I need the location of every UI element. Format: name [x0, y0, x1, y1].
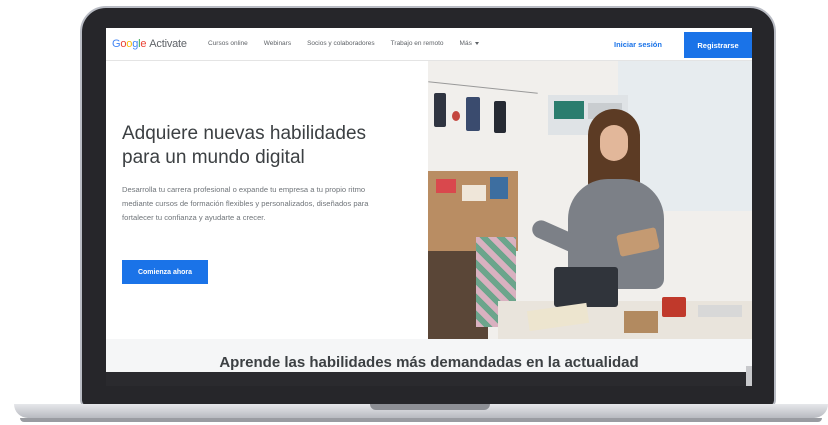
logo-product-name: Activate	[149, 38, 187, 50]
nav-more-menu[interactable]: Más	[460, 40, 479, 47]
scrollbar[interactable]	[746, 366, 752, 386]
laptop-screen: Google Activate Cursos online Webinars So…	[106, 28, 752, 386]
screen-bottom-bezel	[106, 372, 752, 386]
laptop-shadow	[20, 418, 822, 422]
top-navbar: Google Activate Cursos online Webinars So…	[106, 28, 752, 61]
hero-description: Desarrolla tu carrera profesional o expa…	[122, 185, 369, 222]
caret-down-icon	[474, 41, 479, 45]
start-now-button[interactable]: Comienza ahora	[122, 260, 208, 284]
nav-more-label: Más	[459, 40, 472, 47]
register-button[interactable]: Registrarse	[684, 32, 752, 58]
section-heading: Aprende las habilidades más demandadas e…	[219, 354, 639, 371]
logo-letter: e	[140, 38, 147, 50]
hero-title: Adquiere nuevas habilidades para un mund…	[122, 122, 422, 170]
google-activate-logo[interactable]: Google Activate	[112, 38, 187, 50]
nav-link-webinars[interactable]: Webinars	[264, 40, 291, 47]
nav-link-socios[interactable]: Socios y colaboradores	[307, 40, 375, 47]
signin-link[interactable]: Iniciar sesión	[614, 40, 662, 49]
hero-photo	[428, 61, 752, 339]
hero-title-line1: Adquiere nuevas habilidades	[122, 123, 367, 144]
hero-title-line2: para un mundo digital	[122, 147, 305, 168]
laptop-notch	[370, 404, 490, 410]
nav-link-cursos-online[interactable]: Cursos online	[208, 40, 248, 47]
nav-link-trabajo-remoto[interactable]: Trabajo en remoto	[391, 40, 444, 47]
nav-links: Cursos online Webinars Socios y colabora…	[208, 40, 479, 47]
